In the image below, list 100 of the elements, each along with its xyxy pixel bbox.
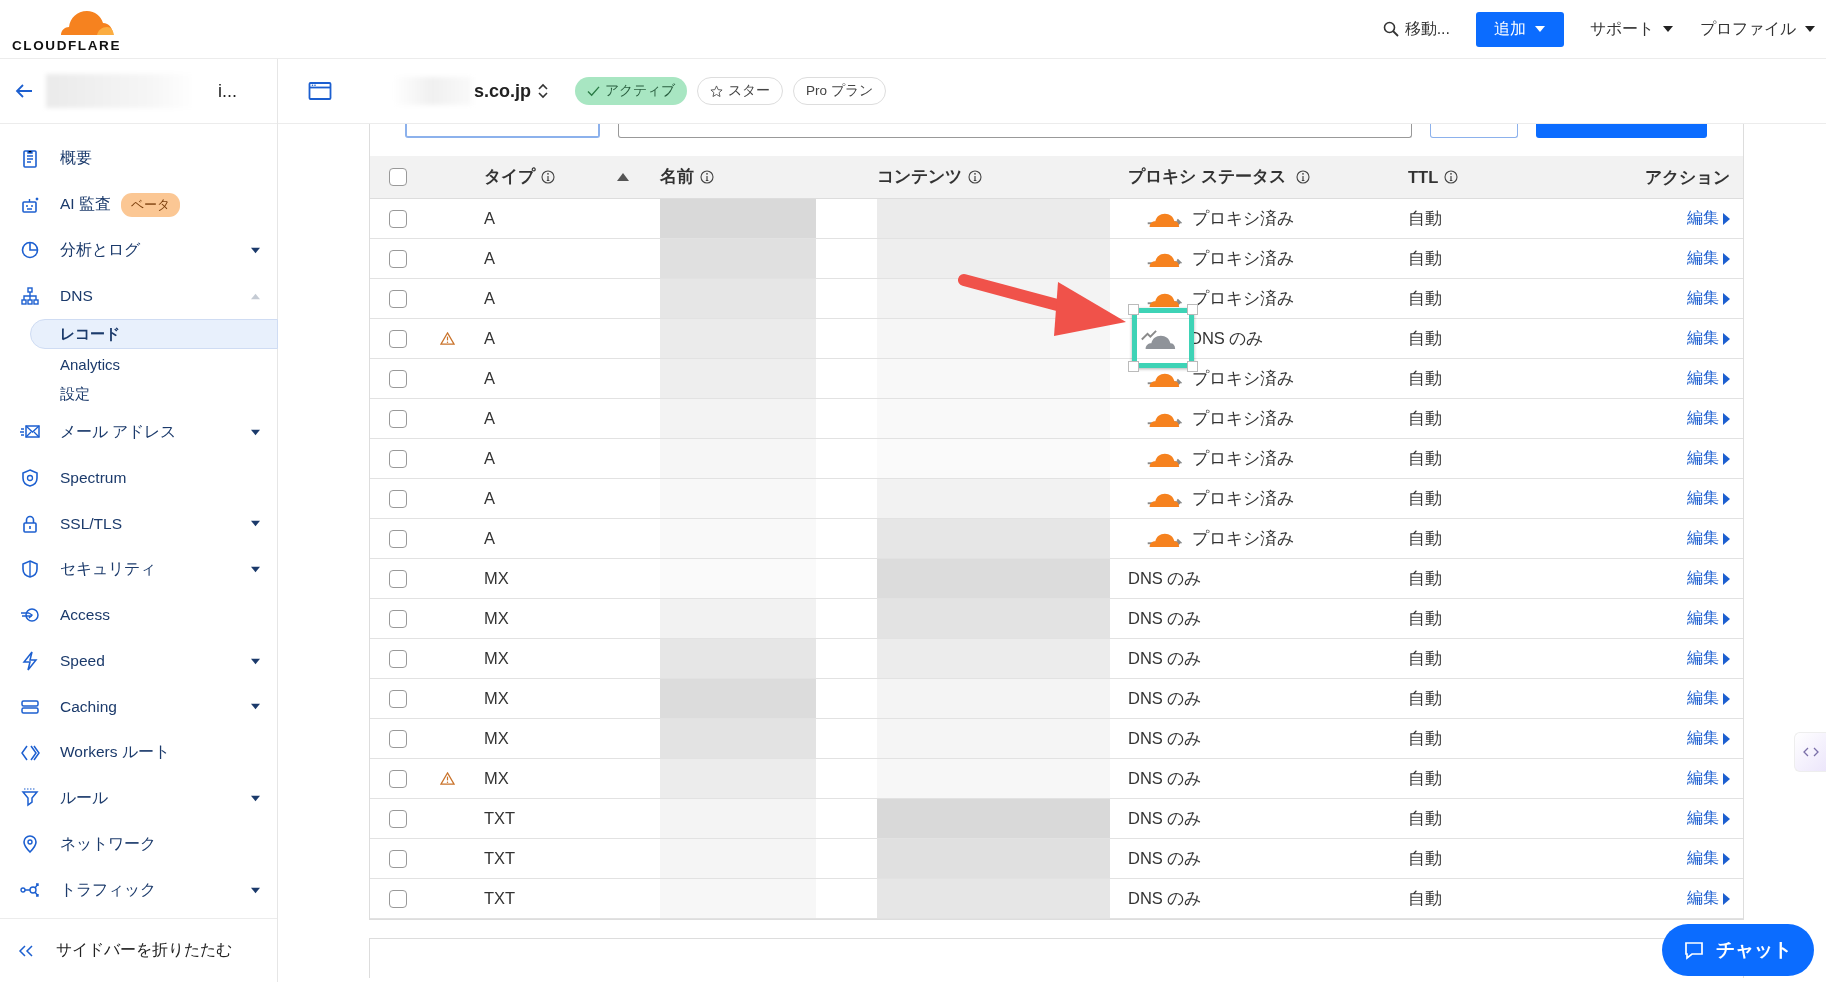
edit-link[interactable]: 編集 [1687,808,1730,829]
edit-link[interactable]: 編集 [1687,288,1730,309]
column-header[interactable]: 名前 [660,166,694,188]
sidebar-item-label: 分析とログ [60,240,140,260]
sidebar-item-label: Workers ルート [60,742,170,763]
row-checkbox[interactable] [388,809,407,828]
info-icon[interactable] [541,170,555,184]
row-checkbox[interactable] [388,369,407,388]
sidebar-item[interactable]: トラフィック [0,867,277,913]
row-checkbox[interactable] [388,329,407,348]
sidebar-subitem[interactable]: Analytics [30,349,278,380]
column-header[interactable]: タイプ [484,166,535,188]
caret-right-icon [1722,812,1730,825]
hierarchy-icon [20,286,40,307]
proxy-status: DNS のみ [1128,847,1202,869]
record-type: A [484,529,495,548]
row-checkbox[interactable] [388,689,407,708]
menu-button[interactable]: プロファイル [1700,18,1816,40]
sidebar-item[interactable]: Caching [0,683,277,730]
row-checkbox[interactable] [388,209,407,228]
cloudflare-logo[interactable]: CLOUDFLARE [12,5,121,53]
info-icon[interactable] [700,170,714,184]
row-checkbox[interactable] [388,409,407,428]
row-checkbox[interactable] [388,649,407,668]
ttl-value: 自動 [1408,567,1442,589]
edit-link[interactable]: 編集 [1687,648,1730,669]
account-name[interactable]: i... [218,80,237,102]
sidebar-item[interactable]: Workers ルート [0,729,277,776]
sidebar-item[interactable]: メール アドレス [0,409,277,455]
row-checkbox[interactable] [388,289,407,308]
chevron-updown-icon[interactable] [537,82,549,100]
sort-icon[interactable] [616,172,630,182]
ttl-value: 自動 [1408,607,1442,629]
info-icon[interactable] [968,170,982,184]
sidebar-item[interactable]: Access [0,592,277,639]
edit-link[interactable]: 編集 [1687,688,1730,709]
row-checkbox[interactable] [388,449,407,468]
edit-link[interactable]: 編集 [1687,208,1730,229]
add-button[interactable]: 追加 [1476,11,1564,47]
sidebar-subitem[interactable]: 設定 [30,379,278,410]
edit-link[interactable]: 編集 [1687,568,1730,589]
row-checkbox[interactable] [388,889,407,908]
edit-link[interactable]: 編集 [1687,368,1730,389]
row-checkbox[interactable] [388,729,407,748]
collapse-sidebar-button[interactable]: サイドバーを折りたたむ [0,918,277,982]
ttl-value: 自動 [1408,767,1442,789]
caret-right-icon [1722,492,1730,505]
shield-icon [20,559,40,580]
row-checkbox[interactable] [388,249,407,268]
edit-link[interactable]: 編集 [1687,488,1730,509]
row-checkbox[interactable] [388,769,407,788]
ttl-value: 自動 [1408,327,1442,349]
sidebar-item[interactable]: AI 監査 ベータ [0,181,277,228]
row-checkbox[interactable] [388,489,407,508]
edit-link[interactable]: 編集 [1687,728,1730,749]
edit-link[interactable]: 編集 [1687,768,1730,789]
caret-icon [1534,24,1546,34]
edit-link[interactable]: 編集 [1687,848,1730,869]
record-type: MX [484,689,509,708]
domain-name[interactable]: s.co.jp [474,80,531,102]
sidebar-item[interactable]: Speed [0,638,277,684]
sidebar-item[interactable]: 分析とログ [0,227,277,274]
sidebar-item[interactable]: DNS [0,273,277,320]
sidebar-item-label: セキュリティ [60,558,156,579]
edit-link[interactable]: 編集 [1687,448,1730,469]
column-header[interactable]: TTL [1408,167,1439,187]
edit-link[interactable]: 編集 [1687,888,1730,909]
record-type: A [484,369,495,388]
row-checkbox[interactable] [388,849,407,868]
sidebar-item[interactable]: セキュリティ [0,546,277,593]
sidebar-item[interactable]: SSL/TLS [0,500,277,547]
sidebar-item[interactable]: Spectrum [0,455,277,501]
edit-link[interactable]: 編集 [1687,408,1730,429]
record-type: A [484,209,495,228]
menu-button[interactable]: サポート [1590,18,1674,40]
column-header[interactable]: プロキシ ステータス [1128,166,1286,188]
info-icon[interactable] [1295,170,1310,184]
star-button[interactable]: スター [697,77,783,105]
select-all-checkbox[interactable] [388,168,407,186]
sidebar-item[interactable]: ルール [0,775,277,822]
side-widget[interactable] [1794,732,1826,772]
sidebar-subitem[interactable]: レコード [30,319,278,350]
browser-window-icon[interactable] [308,81,332,101]
search-button[interactable]: 移動... [1382,18,1450,40]
row-checkbox[interactable] [388,569,407,588]
info-icon[interactable] [1444,170,1459,184]
edit-link[interactable]: 編集 [1687,608,1730,629]
caret-right-icon [1722,892,1730,905]
column-header[interactable]: コンテンツ [877,166,962,188]
row-checkbox[interactable] [388,609,407,628]
edit-link[interactable]: 編集 [1687,528,1730,549]
chat-button[interactable]: チャット [1662,924,1814,976]
sidebar-item[interactable]: 概要 [0,136,277,182]
record-type: A [484,289,495,308]
edit-link[interactable]: 編集 [1687,328,1730,349]
sidebar-item[interactable]: ネットワーク [0,821,277,868]
location-pin-icon [20,834,40,855]
edit-link[interactable]: 編集 [1687,248,1730,269]
row-checkbox[interactable] [388,529,407,548]
record-type: TXT [484,809,516,828]
